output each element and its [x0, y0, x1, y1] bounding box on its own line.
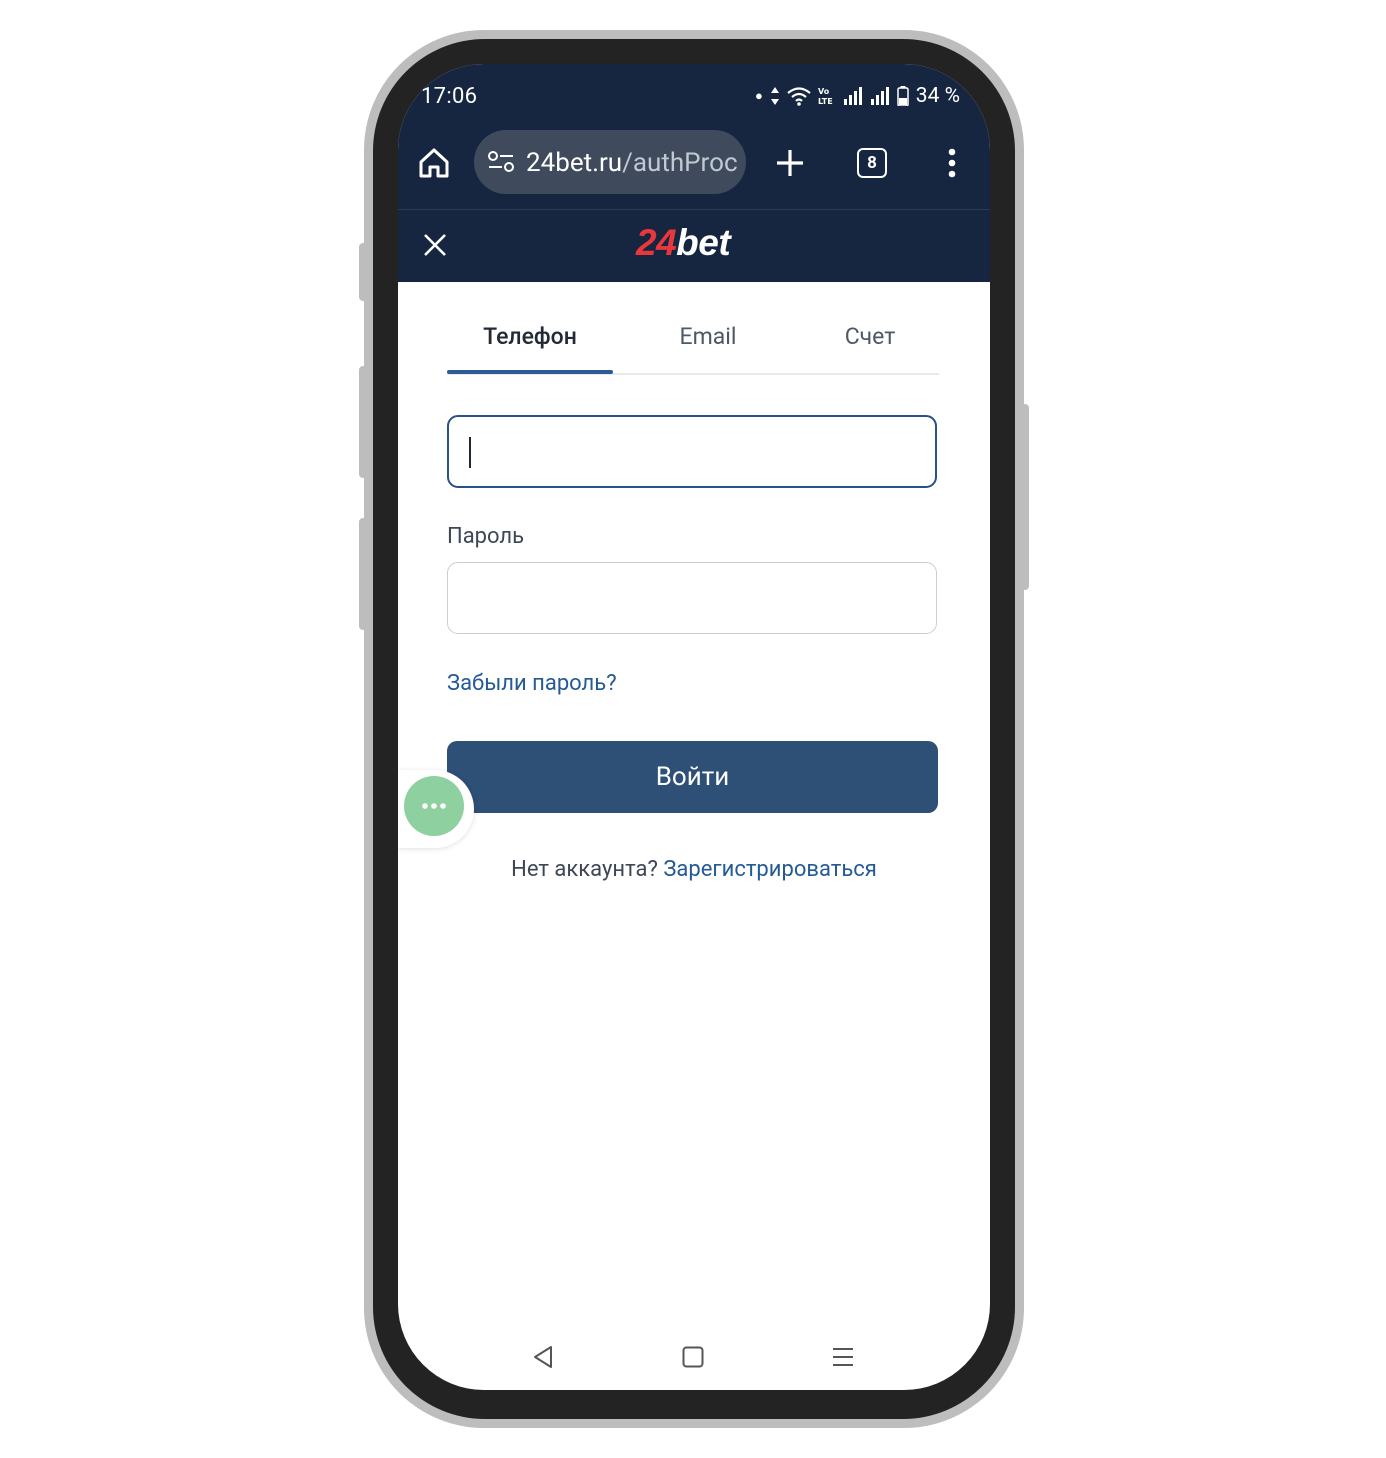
- site-settings-icon: [488, 151, 514, 172]
- active-tab-indicator: [447, 370, 613, 374]
- brand-logo: 24bet: [636, 222, 731, 264]
- svg-text:Vo: Vo: [818, 87, 830, 96]
- more-vert-icon: [948, 148, 956, 178]
- nav-back-button[interactable]: [528, 1342, 558, 1372]
- floating-menu-button[interactable]: [404, 776, 464, 836]
- tab-email[interactable]: Email: [625, 312, 791, 372]
- logo-word: bet: [676, 222, 731, 263]
- plus-icon: [777, 150, 803, 176]
- svg-text:LTE: LTE: [818, 97, 833, 106]
- phone-power-button: [1021, 404, 1029, 590]
- header-divider: [398, 209, 990, 210]
- close-icon: [424, 234, 446, 256]
- phone-volume-button: [359, 366, 367, 478]
- signal-icon: [870, 87, 889, 105]
- recents-icon: [833, 1348, 853, 1366]
- login-button[interactable]: Войти: [447, 741, 938, 813]
- phone-side-button: [359, 243, 367, 301]
- status-time: 17:06: [421, 84, 478, 109]
- logo-number: 24: [636, 222, 677, 263]
- browser-chrome: 17:06 ● VoLTE 34 % 24bet.ru/authProc 8: [398, 64, 990, 282]
- phone-screen: 17:06 ● VoLTE 34 % 24bet.ru/authProc 8: [398, 64, 990, 1390]
- volte-icon: VoLTE: [818, 87, 833, 106]
- new-tab-button[interactable]: [772, 144, 808, 182]
- signal-icon: [843, 87, 862, 105]
- login-button-label: Войти: [655, 762, 730, 792]
- more-horiz-icon: [422, 803, 446, 809]
- signup-row: Нет аккаунта? Зарегистрироваться: [398, 857, 990, 882]
- password-input[interactable]: [447, 562, 937, 634]
- home-square-icon: [682, 1346, 704, 1368]
- nav-home-button[interactable]: [678, 1342, 708, 1372]
- wifi-icon: [787, 87, 811, 106]
- tab-phone[interactable]: Телефон: [447, 312, 613, 372]
- data-arrows-icon: [770, 87, 779, 105]
- close-button[interactable]: [420, 230, 450, 260]
- tabs-icon: 8: [857, 148, 887, 178]
- tabs-button[interactable]: 8: [854, 144, 890, 182]
- register-link[interactable]: Зарегистрироваться: [663, 857, 877, 882]
- home-icon: [419, 148, 449, 178]
- url-text: 24bet.ru/authProc: [526, 148, 738, 178]
- phone-input[interactable]: [447, 415, 937, 488]
- url-bar[interactable]: 24bet.ru/authProc: [474, 130, 746, 194]
- status-icons: ● Vo LTE 34 %: [755, 84, 960, 108]
- text-cursor: [469, 437, 471, 468]
- nav-recents-button[interactable]: [828, 1342, 858, 1372]
- url-host: 24bet.ru: [526, 148, 623, 178]
- dot-icon: ●: [754, 89, 763, 104]
- password-label: Пароль: [447, 524, 525, 549]
- battery-percent: 34 %: [915, 84, 960, 108]
- tab-account[interactable]: Счет: [787, 312, 953, 372]
- more-menu-button[interactable]: [938, 144, 966, 182]
- battery-icon: [897, 86, 909, 106]
- back-icon: [534, 1346, 552, 1368]
- login-method-tabs: Телефон Email Счет: [447, 312, 939, 375]
- forgot-password-link[interactable]: Забыли пароль?: [447, 671, 617, 696]
- url-path: /authProc: [622, 148, 738, 178]
- phone-volume-button: [359, 518, 367, 630]
- no-account-text: Нет аккаунта?: [511, 857, 658, 882]
- home-button[interactable]: [416, 143, 452, 183]
